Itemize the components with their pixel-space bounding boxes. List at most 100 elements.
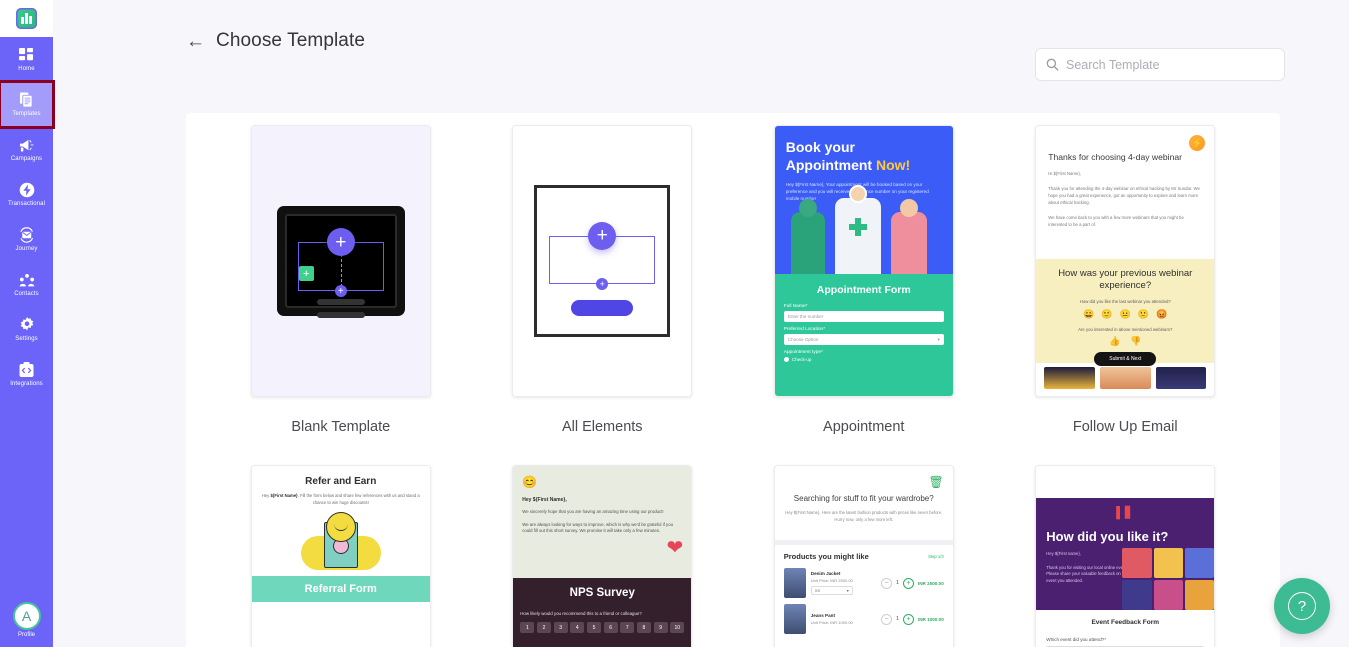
- template-cell: + + + Blank Template: [210, 125, 472, 465]
- field-select-value: Choose Option: [787, 337, 819, 342]
- template-card-refer-and-earn[interactable]: Refer and Earn Hey ${First Name}, Fill t…: [250, 465, 431, 647]
- main-content: ← Choose Template Search Template + + + …: [53, 0, 1349, 647]
- nps-scale-item: 2: [536, 622, 552, 633]
- appointment-heading-line1: Book your: [785, 139, 855, 155]
- sidebar-item-templates[interactable]: Templates: [0, 80, 55, 129]
- emoji-face: 🙂: [1101, 309, 1113, 319]
- sidebar: Home Templates Campaigns Transactional J…: [0, 0, 55, 647]
- doctors-illustration: [775, 185, 953, 274]
- plus-green-icon: +: [298, 266, 314, 281]
- template-label: Follow Up Email: [1072, 419, 1178, 435]
- blank-template-preview: + + +: [251, 126, 430, 396]
- all-elements-preview: + +: [513, 126, 692, 396]
- button-placeholder: [571, 300, 634, 316]
- app-logo[interactable]: [0, 0, 53, 37]
- sidebar-item-journey[interactable]: Journey: [0, 217, 53, 262]
- doctor-white: [834, 185, 881, 274]
- step-indicator: Step 1/3: [928, 554, 944, 559]
- smiley-icon: 😊: [522, 475, 538, 489]
- sidebar-item-campaigns[interactable]: Campaigns: [0, 127, 53, 172]
- appointment-heading-highlight: Now!: [875, 157, 911, 173]
- nps-scale-item: 3: [553, 622, 568, 633]
- template-card-follow-up-email[interactable]: ⚡ Thanks for choosing 4-day webinar Hi $…: [1035, 125, 1216, 397]
- product-total: INR 1000.00: [917, 616, 944, 622]
- sidebar-item-label: Journey: [15, 246, 38, 252]
- field-label: Full Name*: [783, 304, 808, 309]
- code-box-icon: [19, 361, 34, 379]
- quantity-value: 1: [896, 580, 899, 586]
- trash-icon: 🗑: [928, 475, 944, 489]
- document-icon: [19, 91, 34, 109]
- template-label: All Elements: [561, 419, 643, 435]
- template-card-all-elements[interactable]: + +: [512, 125, 693, 397]
- products-title: Products you might like: [783, 552, 869, 561]
- product-name: Denim Jacket: [810, 571, 841, 576]
- emoji-face: 😡: [1156, 309, 1168, 319]
- follow-up-greeting: Hi ${First Name},: [1048, 171, 1081, 176]
- event-title: How did you like it?: [1046, 529, 1169, 544]
- nps-scale-item: 10: [670, 622, 685, 633]
- refer-earn-body-suffix: , Fill the form below and share few refe…: [297, 493, 420, 505]
- megaphone-icon: [19, 136, 35, 154]
- sidebar-item-label: Templates: [12, 111, 41, 117]
- nps-body2: We are always looking for ways to improv…: [522, 521, 673, 534]
- template-cell: + + All Elements: [472, 125, 734, 465]
- search-input[interactable]: [1066, 57, 1274, 72]
- field-label: Preferred Location*: [783, 327, 826, 332]
- minus-icon: −: [881, 613, 893, 625]
- template-card-blank-template[interactable]: + + +: [250, 125, 431, 397]
- placeholder-bar: [316, 312, 365, 318]
- sidebar-item-integrations[interactable]: Integrations: [0, 352, 53, 397]
- search-box[interactable]: [1035, 48, 1285, 81]
- templates-panel: + + + Blank Template + + All Elements Bo…: [186, 113, 1280, 647]
- template-card-event-feedback[interactable]: ▌▋ How did you like it? Hey ${First name…: [1035, 465, 1216, 647]
- template-cell: Refer and Earn Hey ${First Name}, Fill t…: [210, 465, 472, 647]
- product-price: Unit Price: INR 1000.00: [810, 620, 853, 625]
- product-size-select: XS ▾: [810, 586, 853, 595]
- arrow-left-icon[interactable]: ←: [186, 32, 205, 52]
- sidebar-item-label: Campaigns: [10, 156, 43, 162]
- sidebar-item-settings[interactable]: Settings: [0, 307, 53, 352]
- event-hero: ▌▋ How did you like it? Hey ${First name…: [1036, 498, 1215, 610]
- nps-survey-section: NPS Survey How likely would you recommen…: [513, 578, 692, 647]
- heart-mascot-icon: ❤: [666, 537, 684, 559]
- nps-title: NPS Survey: [569, 587, 635, 599]
- nps-scale-item: 4: [570, 622, 585, 633]
- sidebar-item-transactional[interactable]: Transactional: [0, 172, 53, 217]
- doctor-pink: [890, 199, 927, 274]
- template-card-wardrobe[interactable]: 🗑 Searching for stuff to fit your wardro…: [773, 465, 954, 647]
- sidebar-item-label: Transactional: [7, 201, 46, 207]
- product-size-value: XS: [814, 588, 821, 593]
- blank-frame: + + +: [276, 206, 405, 318]
- help-button[interactable]: ?: [1274, 578, 1330, 634]
- envelope-arrow-icon: [18, 226, 35, 244]
- event-form-title: Event Feedback Form: [1091, 619, 1160, 626]
- nps-scale-item: 8: [636, 622, 651, 633]
- field-select: Choose Option ▾: [783, 334, 944, 345]
- radio-option: Check-up: [783, 357, 944, 362]
- event-logo-icon: ▌▋: [1116, 507, 1135, 519]
- template-card-nps-survey[interactable]: 😊 Hey ${First Name}, We sincerely hope t…: [512, 465, 693, 647]
- radio-label: Check-up: [791, 357, 812, 362]
- sidebar-item-profile[interactable]: A Profile: [0, 602, 53, 638]
- product-info: Jeans Pant Unit Price: INR 1000.00: [811, 613, 876, 625]
- sidebar-item-label: Integrations: [10, 381, 43, 387]
- template-label: Appointment: [823, 419, 905, 435]
- placeholder-bar: [316, 299, 365, 305]
- product-name: Jeans Pant: [810, 613, 836, 618]
- sidebar-item-contacts[interactable]: Contacts: [0, 262, 53, 307]
- refer-earn-merge-tag: ${First Name}: [270, 493, 298, 498]
- contacts-icon: [19, 271, 35, 289]
- product-row: Denim Jacket Unit Price: INR 2500.00 XS …: [775, 565, 953, 601]
- template-cell: ▌▋ How did you like it? Hey ${First name…: [995, 465, 1257, 647]
- sidebar-item-home[interactable]: Home: [0, 37, 53, 82]
- follow-up-body2: We have come back to you with a few more…: [1048, 215, 1184, 227]
- emoji-face: 🙁: [1137, 309, 1150, 319]
- template-card-appointment[interactable]: Book your Appointment Now! Hey ${First N…: [773, 125, 954, 397]
- quantity-stepper: − 1 + INR 2500.00: [881, 577, 944, 589]
- nps-scale-item: 1: [520, 622, 535, 633]
- plus-small-icon: +: [334, 285, 347, 297]
- follow-up-header: Thanks for choosing 4-day webinar Hi ${F…: [1036, 126, 1215, 259]
- bolt-icon: [19, 181, 35, 199]
- field-label: Appointment type*: [783, 350, 823, 355]
